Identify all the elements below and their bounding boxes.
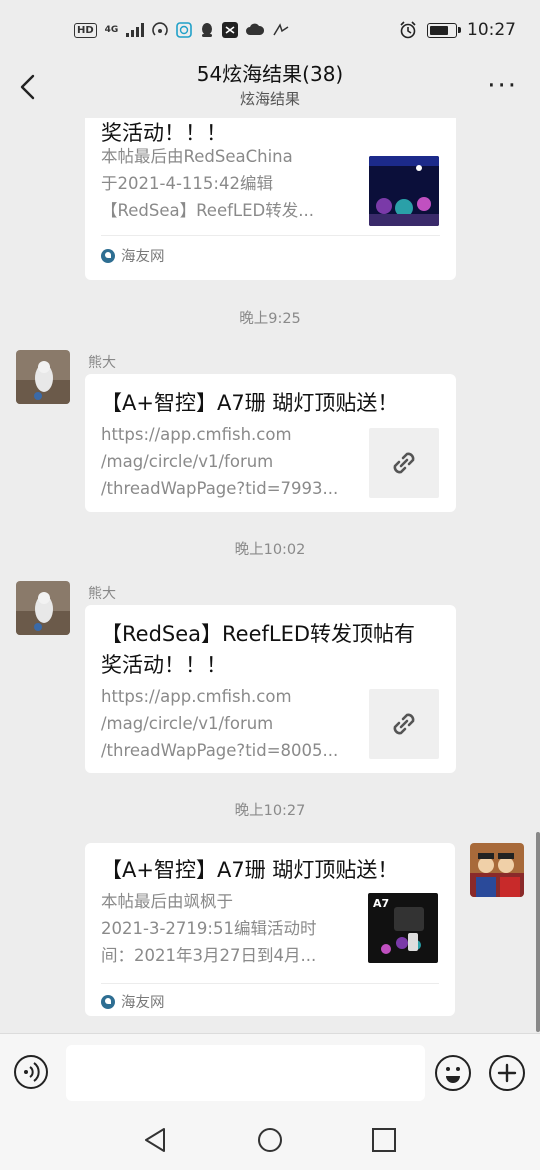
haiyou-logo-icon	[101, 994, 115, 1009]
desc-line: /threadWapPage?tid=7993...	[101, 479, 339, 498]
desc-line: https://app.cmfish.com	[101, 425, 292, 444]
emoji-button[interactable]	[435, 1055, 471, 1091]
title-line: 【RedSea】ReefLED转发顶帖有	[101, 622, 416, 646]
timestamp: 晚上10:27	[234, 803, 306, 819]
timestamp: 晚上9:25	[239, 311, 301, 327]
wechat-notification-icon	[273, 23, 289, 36]
clock: 10:27	[467, 20, 516, 40]
card-title: 【RedSea】ReefLED转发顶帖有 奖活动！！！	[101, 619, 415, 681]
title-line: 奖活动！！！	[101, 653, 227, 677]
sender-name: 熊大	[88, 355, 116, 371]
hotspot-icon	[152, 22, 169, 36]
smiley-icon	[446, 1067, 460, 1083]
signal-icon	[126, 23, 145, 37]
desc-line: 2021-3-2719:51编辑活动时	[101, 919, 317, 938]
timestamp: 晚上10:02	[234, 542, 306, 558]
card-description: https://app.cmfish.com /mag/circle/v1/fo…	[101, 421, 341, 502]
capcut-icon	[222, 22, 239, 38]
sender-name: 熊大	[88, 586, 116, 602]
desc-line: 【RedSea】ReefLED转发...	[101, 201, 314, 220]
scrollbar[interactable]	[536, 832, 540, 1032]
nav-home-icon[interactable]	[256, 1126, 284, 1154]
card-title: 【A+智控】A7珊 瑚灯顶贴送！	[101, 391, 399, 415]
plus-icon	[497, 1063, 517, 1083]
system-nav-bar	[0, 1110, 540, 1170]
desc-line: 间：2021年3月27日到4月...	[101, 946, 317, 965]
desc-line: 本帖最后由飒枫于	[101, 892, 233, 911]
battery-icon	[427, 22, 461, 38]
link-thumbnail	[369, 428, 439, 498]
my-avatar[interactable]	[470, 843, 524, 897]
nav-back-icon[interactable]	[142, 1126, 168, 1154]
card-title: 【A+智控】A7珊 瑚灯顶贴送！	[101, 858, 399, 882]
status-icons-right: 10:27	[399, 20, 516, 40]
voice-icon	[24, 1062, 40, 1082]
network-type: 4G	[104, 25, 119, 35]
card-source: 海友网	[101, 245, 165, 266]
card-description: 本帖最后由RedSeaChina 于2021-4-115:42编辑 【RedSe…	[101, 143, 341, 224]
qq-icon	[202, 23, 213, 37]
card-divider	[101, 983, 439, 984]
chat-subtitle: 炫海结果	[239, 90, 300, 108]
source-name: 海友网	[121, 995, 165, 1011]
status-icons-left: HD 4G	[74, 22, 290, 38]
desc-line: /threadWapPage?tid=8005...	[101, 741, 339, 760]
avatar[interactable]	[16, 581, 70, 635]
link-card[interactable]: 【RedSea】ReefLED转发顶帖有 奖活动！！！ https://app.…	[85, 605, 456, 773]
status-bar: HD 4G 10:27	[0, 0, 540, 64]
card-description: https://app.cmfish.com /mag/circle/v1/fo…	[101, 683, 341, 764]
thumb-label: A7	[373, 897, 390, 910]
app-notification-icon	[176, 22, 193, 38]
more-functions-button[interactable]	[489, 1055, 525, 1091]
haiyou-logo-icon	[101, 248, 115, 263]
desc-line: 本帖最后由RedSeaChina	[101, 147, 293, 166]
article-card[interactable]: 【A+智控】A7珊 瑚灯顶贴送！ 本帖最后由飒枫于 2021-3-2719:51…	[85, 843, 455, 1016]
back-arrow-icon[interactable]	[14, 72, 44, 102]
chat-title: 54炫海结果(38)	[196, 62, 344, 86]
aquarium-thumbnail	[369, 156, 439, 226]
desc-line: /mag/circle/v1/forum	[101, 452, 274, 471]
message-list[interactable]: 奖活动！！！ 本帖最后由RedSeaChina 于2021-4-115:42编辑…	[0, 118, 540, 1033]
product-thumbnail: A7	[368, 893, 438, 963]
source-name: 海友网	[121, 249, 165, 265]
chat-header: 54炫海结果(38) 炫海结果 ···	[0, 60, 540, 118]
alarm-icon	[400, 21, 416, 39]
link-thumbnail	[369, 689, 439, 759]
card-divider	[101, 235, 440, 236]
card-source: 海友网	[101, 991, 165, 1012]
card-description: 本帖最后由飒枫于 2021-3-2719:51编辑活动时 间：2021年3月27…	[101, 888, 341, 969]
message-input[interactable]	[66, 1045, 425, 1101]
desc-line: /mag/circle/v1/forum	[101, 714, 274, 733]
link-icon	[393, 452, 415, 474]
cloud-icon	[246, 23, 265, 35]
voice-input-button[interactable]	[14, 1055, 48, 1089]
desc-line: https://app.cmfish.com	[101, 687, 292, 706]
link-card[interactable]: 【A+智控】A7珊 瑚灯顶贴送！ https://app.cmfish.com …	[85, 374, 456, 512]
avatar[interactable]	[16, 350, 70, 404]
hd-indicator: HD	[74, 22, 97, 38]
link-icon	[393, 713, 415, 735]
article-card[interactable]: 奖活动！！！ 本帖最后由RedSeaChina 于2021-4-115:42编辑…	[85, 118, 456, 280]
input-bar	[0, 1033, 540, 1111]
nav-recents-icon[interactable]	[371, 1127, 397, 1153]
more-options-icon[interactable]: ···	[487, 73, 518, 99]
desc-line: 于2021-4-115:42编辑	[101, 174, 273, 193]
